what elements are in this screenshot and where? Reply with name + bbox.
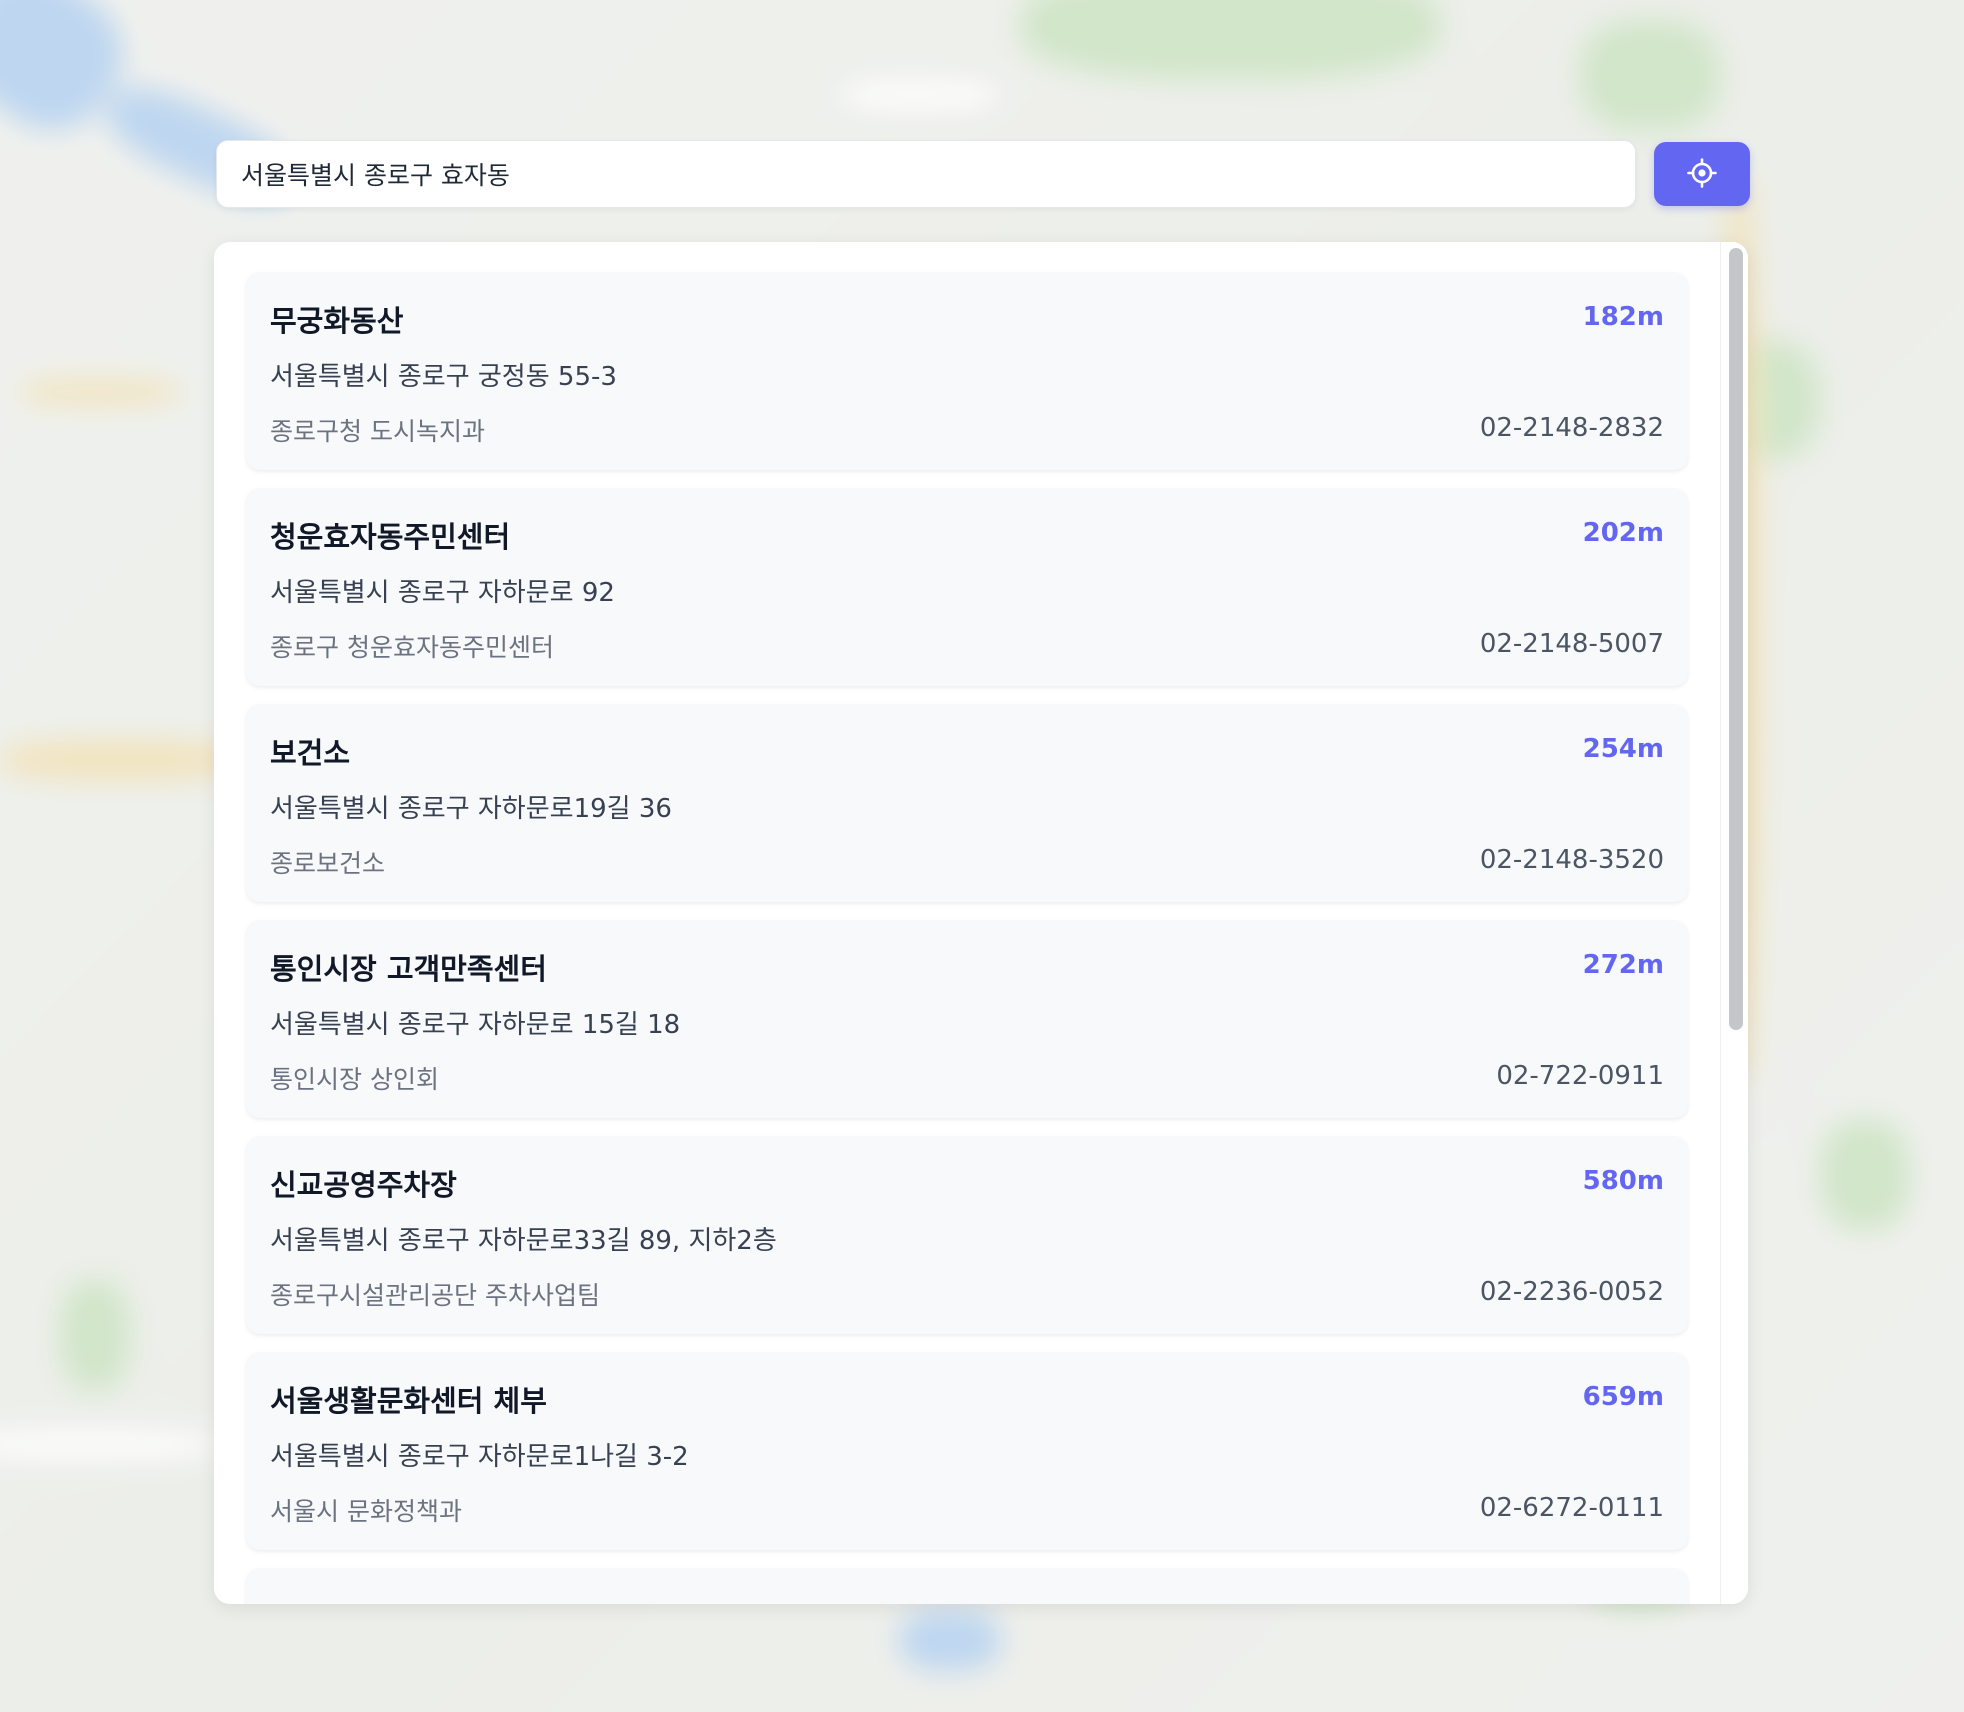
- place-distance: 202m: [1582, 518, 1664, 548]
- result-card[interactable]: 무궁화동산 182m 서울특별시 종로구 궁정동 55-3 종로구청 도시녹지과…: [246, 272, 1688, 470]
- place-distance: 580m: [1582, 1166, 1664, 1196]
- result-card-partial[interactable]: [246, 1568, 1688, 1604]
- result-card[interactable]: 서울생활문화센터 체부 659m 서울특별시 종로구 자하문로1나길 3-2 서…: [246, 1352, 1688, 1550]
- place-address: 서울특별시 종로구 궁정동 55-3: [270, 362, 617, 392]
- place-phone: 02-2148-2832: [1479, 413, 1664, 443]
- place-phone: 02-2148-5007: [1479, 629, 1664, 659]
- place-phone: 02-722-0911: [1496, 1061, 1664, 1091]
- place-name: 청운효자동주민센터: [270, 520, 511, 554]
- place-name: 신교공영주차장: [270, 1168, 457, 1202]
- place-phone: 02-6272-0111: [1479, 1493, 1664, 1523]
- place-agency: 종로구 청운효자동주민센터: [270, 633, 554, 662]
- place-agency: 서울시 문화정책과: [270, 1497, 462, 1526]
- scrollbar-track[interactable]: [1720, 242, 1748, 1604]
- place-address: 서울특별시 종로구 자하문로 92: [270, 578, 615, 608]
- place-address: 서울특별시 종로구 자하문로33길 89, 지하2층: [270, 1226, 777, 1256]
- place-distance: 272m: [1582, 950, 1664, 980]
- results-list: 무궁화동산 182m 서울특별시 종로구 궁정동 55-3 종로구청 도시녹지과…: [214, 242, 1720, 1604]
- place-phone: 02-2148-3520: [1479, 845, 1664, 875]
- place-name: 통인시장 고객만족센터: [270, 952, 547, 986]
- place-name: 무궁화동산: [270, 304, 404, 338]
- result-card[interactable]: 통인시장 고객만족센터 272m 서울특별시 종로구 자하문로 15길 18 통…: [246, 920, 1688, 1118]
- place-address: 서울특별시 종로구 자하문로1나길 3-2: [270, 1442, 689, 1472]
- result-card[interactable]: 청운효자동주민센터 202m 서울특별시 종로구 자하문로 92 종로구 청운효…: [246, 488, 1688, 686]
- place-distance: 182m: [1582, 302, 1664, 332]
- place-address: 서울특별시 종로구 자하문로19길 36: [270, 794, 672, 824]
- results-panel: 무궁화동산 182m 서울특별시 종로구 궁정동 55-3 종로구청 도시녹지과…: [214, 242, 1748, 1604]
- search-input[interactable]: [216, 140, 1636, 208]
- scrollbar-thumb[interactable]: [1729, 248, 1743, 1030]
- place-agency: 종로구시설관리공단 주차사업팀: [270, 1281, 600, 1310]
- place-name: 서울생활문화센터 체부: [270, 1384, 547, 1418]
- place-name: 보건소: [270, 736, 351, 770]
- result-card[interactable]: 신교공영주차장 580m 서울특별시 종로구 자하문로33길 89, 지하2층 …: [246, 1136, 1688, 1334]
- place-distance: 254m: [1582, 734, 1664, 764]
- place-agency: 통인시장 상인회: [270, 1065, 439, 1094]
- place-agency: 종로보건소: [270, 849, 386, 878]
- place-distance: 659m: [1582, 1382, 1664, 1412]
- locate-button[interactable]: [1654, 142, 1750, 206]
- result-card[interactable]: 보건소 254m 서울특별시 종로구 자하문로19길 36 종로보건소 02-2…: [246, 704, 1688, 902]
- place-address: 서울특별시 종로구 자하문로 15길 18: [270, 1010, 681, 1040]
- place-agency: 종로구청 도시녹지과: [270, 417, 485, 446]
- place-phone: 02-2236-0052: [1479, 1277, 1664, 1307]
- crosshair-icon: [1687, 157, 1717, 191]
